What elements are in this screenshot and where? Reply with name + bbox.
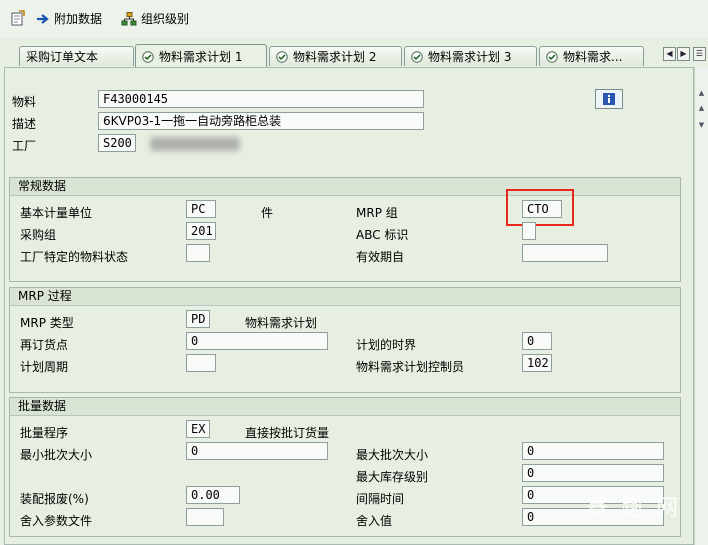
mrp-controller-field[interactable]: 102 <box>522 354 552 372</box>
base-uom-label: 基本计量单位 <box>20 206 93 220</box>
plant-label: 工厂 <box>12 139 37 153</box>
mrp-group-label: MRP 组 <box>356 206 398 220</box>
base-uom-field[interactable]: PC <box>186 200 216 218</box>
plant-status-field[interactable] <box>186 244 210 262</box>
material-field[interactable]: F43000145 <box>98 90 424 108</box>
lot-procedure-field[interactable]: EX <box>186 420 210 438</box>
planning-fence-label: 计划的时界 <box>356 338 417 352</box>
watermark: 赛 跑 网 <box>586 496 681 521</box>
triangle-right-icon: ▶ <box>680 49 687 58</box>
additional-data-label: 附加数据 <box>54 12 103 26</box>
check-icon <box>411 50 423 63</box>
list-icon: ☰ <box>695 49 704 58</box>
description-label: 描述 <box>12 117 37 131</box>
info-button[interactable] <box>595 89 623 109</box>
scroll-up-icon[interactable]: ▲ <box>696 87 707 99</box>
org-hierarchy-icon <box>121 11 137 25</box>
application-toolbar: 附加数据 组织级别 <box>0 0 708 38</box>
assembly-scrap-field[interactable]: 0.00 <box>186 486 240 504</box>
mrp-type-text: 物料需求计划 <box>245 316 318 330</box>
tab-mrp-3[interactable]: 物料需求计划 3 <box>404 46 537 66</box>
additional-data-button[interactable]: 附加数据 <box>36 10 102 27</box>
max-stock-level-field[interactable]: 0 <box>522 464 664 482</box>
lot-procedure-text: 直接按批订货量 <box>245 426 330 440</box>
min-lot-size-field[interactable]: 0 <box>186 442 328 460</box>
general-data-group: 常规数据 <box>9 177 681 282</box>
tab-label: 采购订单文本 <box>26 50 99 64</box>
min-lot-size-label: 最小批次大小 <box>20 448 93 462</box>
tab-mrp-1[interactable]: 物料需求计划 1 <box>135 44 267 68</box>
document-edit-icon <box>11 10 25 26</box>
planning-cycle-label: 计划周期 <box>20 360 69 374</box>
max-lot-size-label: 最大批次大小 <box>356 448 429 462</box>
description-field[interactable]: 6KVP03-1一拖一自动旁路柜总装 <box>98 112 424 130</box>
check-icon <box>276 50 288 63</box>
redacted-plant-name <box>150 137 240 151</box>
max-stock-level-label: 最大库存级别 <box>356 470 429 484</box>
tab-scroll-left-button[interactable]: ◀ <box>663 47 676 61</box>
interval-label: 间隔时间 <box>356 492 405 506</box>
tab-purchase-order-text[interactable]: 采购订单文本 <box>19 46 134 66</box>
mrp-type-label: MRP 类型 <box>20 316 74 330</box>
change-display-button[interactable] <box>10 10 26 26</box>
lot-procedure-label: 批量程序 <box>20 426 69 440</box>
arrow-right-icon <box>37 13 49 24</box>
scroll-up-icon[interactable]: ▲ <box>696 102 707 114</box>
tab-label: 物料需求计划 2 <box>293 50 377 64</box>
rounding-profile-field[interactable] <box>186 508 224 526</box>
mrp-type-field[interactable]: PD <box>186 310 210 328</box>
planning-fence-field[interactable]: 0 <box>522 332 552 350</box>
tab-label: 物料需求计划 3 <box>428 50 512 64</box>
rounding-value-label: 舍入值 <box>356 514 393 528</box>
planning-cycle-field[interactable] <box>186 354 216 372</box>
tab-mrp-4[interactable]: 物料需求... <box>539 46 644 66</box>
material-label: 物料 <box>12 95 37 109</box>
valid-from-field[interactable] <box>522 244 608 262</box>
check-icon <box>546 50 558 63</box>
mrp-controller-label: 物料需求计划控制员 <box>356 360 465 374</box>
lot-size-title: 批量数据 <box>10 398 680 416</box>
tab-label: 物料需求计划 1 <box>159 50 243 64</box>
mrp-procedure-group: MRP 过程 <box>9 287 681 393</box>
check-icon <box>142 50 154 63</box>
scroll-down-icon[interactable]: ▼ <box>696 119 707 131</box>
tab-label: 物料需求... <box>563 50 623 64</box>
valid-from-label: 有效期自 <box>356 250 405 264</box>
purchasing-group-label: 采购组 <box>20 228 57 242</box>
org-levels-button[interactable]: 组织级别 <box>121 10 189 27</box>
assembly-scrap-label: 装配报废(%) <box>20 492 89 506</box>
max-lot-size-field[interactable]: 0 <box>522 442 664 460</box>
plant-status-label: 工厂特定的物料状态 <box>20 250 129 264</box>
mrp-procedure-title: MRP 过程 <box>10 288 680 306</box>
reorder-point-label: 再订货点 <box>20 338 69 352</box>
vertical-scrollbar[interactable]: ▲ ▲ ▼ <box>694 67 708 545</box>
triangle-left-icon: ◀ <box>666 49 673 58</box>
rounding-profile-label: 舍入参数文件 <box>20 514 93 528</box>
tab-strip: 采购订单文本 物料需求计划 1 物料需求计划 2 物料需求计划 3 物料需求..… <box>0 44 708 68</box>
plant-field[interactable]: S200 <box>98 134 136 152</box>
highlight-box <box>506 189 574 226</box>
info-icon <box>603 93 615 105</box>
tab-scroll-right-button[interactable]: ▶ <box>677 47 690 61</box>
tab-list-button[interactable]: ☰ <box>693 47 706 61</box>
base-uom-text: 件 <box>261 206 274 220</box>
reorder-point-field[interactable]: 0 <box>186 332 328 350</box>
tab-mrp-2[interactable]: 物料需求计划 2 <box>269 46 402 66</box>
org-levels-label: 组织级别 <box>141 12 190 26</box>
purchasing-group-field[interactable]: 201 <box>186 222 216 240</box>
general-data-title: 常规数据 <box>10 178 680 196</box>
abc-indicator-field[interactable] <box>522 222 536 240</box>
abc-indicator-label: ABC 标识 <box>356 228 409 242</box>
